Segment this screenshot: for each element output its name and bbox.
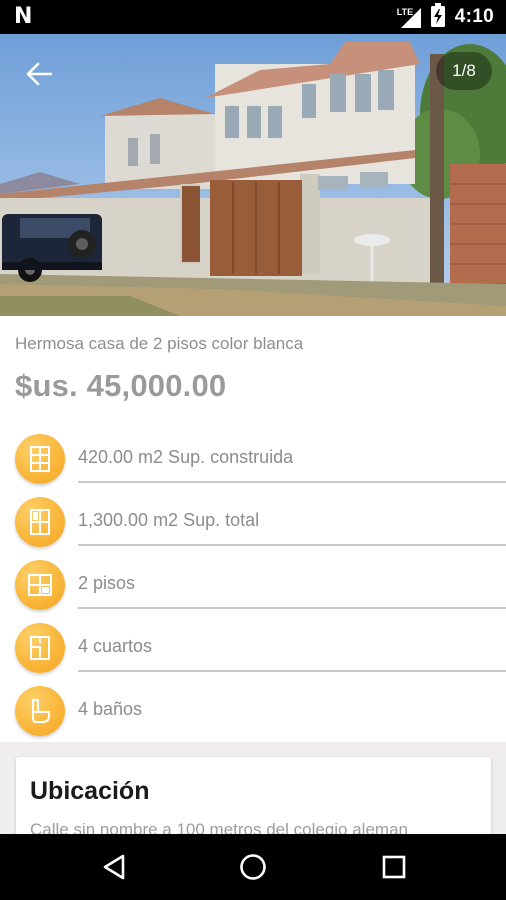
divider <box>78 670 506 672</box>
feature-label: 1,300.00 m2 Sup. total <box>78 510 260 530</box>
nav-home-button[interactable] <box>213 834 293 900</box>
listing-title: Hermosa casa de 2 pisos color blanca <box>15 334 304 353</box>
divider <box>78 481 506 483</box>
rooms-icon <box>15 623 65 673</box>
location-card[interactable]: Ubicación Calle sin nombre a 100 metros … <box>16 757 491 834</box>
status-bar: N LTE 4:10 <box>0 0 506 34</box>
back-button[interactable] <box>14 56 64 92</box>
divider <box>78 544 506 546</box>
navigation-bar <box>0 834 506 900</box>
square-recents-icon <box>382 855 406 879</box>
listing-price: $us. 45,000.00 <box>15 368 227 403</box>
photo-counter: 1/8 <box>436 52 492 90</box>
triangle-back-icon <box>103 854 125 880</box>
divider <box>78 607 506 609</box>
app-notification-icon: N <box>14 4 33 29</box>
feature-label: 4 baños <box>78 699 143 719</box>
clock: 4:10 <box>454 6 494 27</box>
location-address: Calle sin nombre a 100 metros del colegi… <box>30 820 408 834</box>
feature-row-bathrooms: 4 baños <box>0 686 506 749</box>
feature-row-floors: 2 pisos <box>0 560 506 623</box>
land-area-icon <box>15 497 65 547</box>
feature-row-built-area: 420.00 m2 Sup. construida <box>0 434 506 497</box>
feature-label: 2 pisos <box>78 573 136 593</box>
location-title: Ubicación <box>30 777 150 805</box>
property-photo[interactable]: 1/8 <box>0 34 506 316</box>
feature-label: 420.00 m2 Sup. construida <box>78 447 294 467</box>
back-arrow-icon <box>26 62 52 86</box>
building-area-icon <box>15 434 65 484</box>
network-label: LTE <box>396 7 414 17</box>
feature-row-rooms: 4 cuartos <box>0 623 506 686</box>
feature-label: 4 cuartos <box>78 636 153 656</box>
feature-row-total-area: 1,300.00 m2 Sup. total <box>0 497 506 560</box>
battery-icon <box>430 2 445 32</box>
signal-icon: LTE <box>396 6 421 28</box>
circle-home-icon <box>240 854 266 880</box>
floors-icon <box>15 560 65 610</box>
nav-recents-button[interactable] <box>354 834 434 900</box>
bathroom-icon <box>15 686 65 736</box>
nav-back-button[interactable] <box>74 834 154 900</box>
location-section: Ubicación Calle sin nombre a 100 metros … <box>0 742 506 834</box>
